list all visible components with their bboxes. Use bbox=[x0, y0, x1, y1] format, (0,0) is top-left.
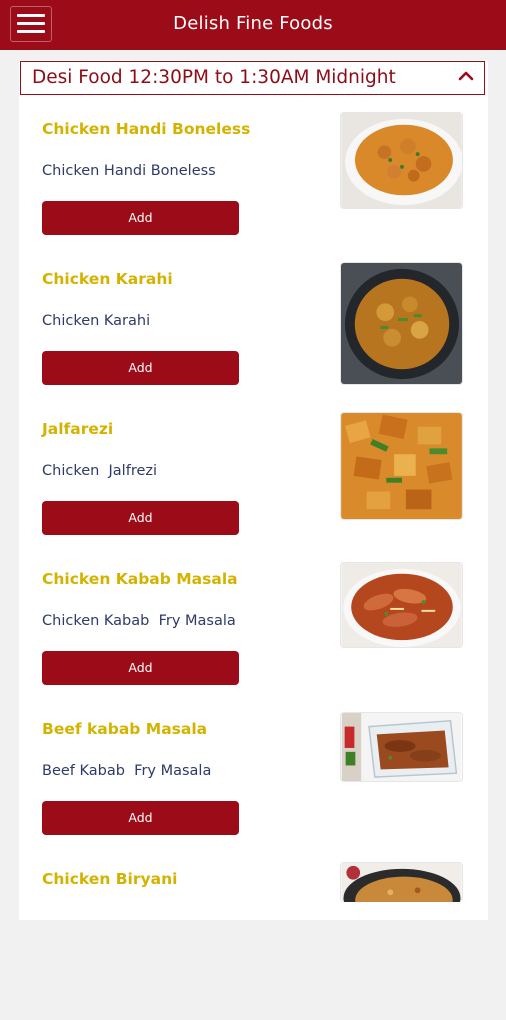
item-description: Chicken Handi Boneless bbox=[42, 163, 216, 179]
app-title: Delish Fine Foods bbox=[173, 13, 333, 34]
menu-item: Beef kabab Masala Beef Kabab Fry Masala … bbox=[19, 712, 488, 870]
add-button[interactable]: Add bbox=[42, 651, 239, 685]
section-header[interactable]: Desi Food 12:30PM to 1:30AM Midnight bbox=[20, 61, 485, 95]
app-bar: Delish Fine Foods bbox=[0, 0, 506, 50]
menu-item: Chicken Kabab Masala Chicken Kabab Fry M… bbox=[19, 562, 488, 720]
chicken-kabab-masala-image[interactable] bbox=[340, 562, 463, 648]
item-description: Beef Kabab Fry Masala bbox=[42, 763, 212, 779]
item-name: Jalfarezi bbox=[42, 420, 114, 438]
menu-item: Chicken Handi Boneless Chicken Handi Bon… bbox=[19, 112, 488, 270]
add-button[interactable]: Add bbox=[42, 501, 239, 535]
add-button[interactable]: Add bbox=[42, 801, 239, 835]
add-button[interactable]: Add bbox=[42, 351, 239, 385]
item-name: Chicken Biryani bbox=[42, 870, 178, 888]
item-description: Chicken Kabab Fry Masala bbox=[42, 613, 236, 629]
chicken-karahi-image[interactable] bbox=[340, 262, 463, 385]
beef-kabab-masala-image[interactable] bbox=[340, 712, 463, 782]
item-description: Chicken Karahi bbox=[42, 313, 151, 329]
item-name: Beef kabab Masala bbox=[42, 720, 208, 738]
add-button[interactable]: Add bbox=[42, 201, 239, 235]
item-name: Chicken Handi Boneless bbox=[42, 120, 251, 138]
menu-item: Chicken Biryani bbox=[19, 862, 488, 1020]
menu-item: Jalfarezi Chicken Jalfrezi Add bbox=[19, 412, 488, 570]
menu-list: Desi Food 12:30PM to 1:30AM Midnight Chi… bbox=[19, 60, 488, 920]
item-name: Chicken Kabab Masala bbox=[42, 570, 238, 588]
item-description: Chicken Jalfrezi bbox=[42, 463, 158, 479]
chevron-up-icon bbox=[458, 71, 474, 81]
section-title: Desi Food 12:30PM to 1:30AM Midnight bbox=[32, 67, 396, 88]
chicken-biryani-image[interactable] bbox=[340, 862, 463, 902]
menu-item: Chicken Karahi Chicken Karahi Add bbox=[19, 262, 488, 420]
jalfrezi-image[interactable] bbox=[340, 412, 463, 520]
chicken-handi-image[interactable] bbox=[340, 112, 463, 209]
item-name: Chicken Karahi bbox=[42, 270, 173, 288]
